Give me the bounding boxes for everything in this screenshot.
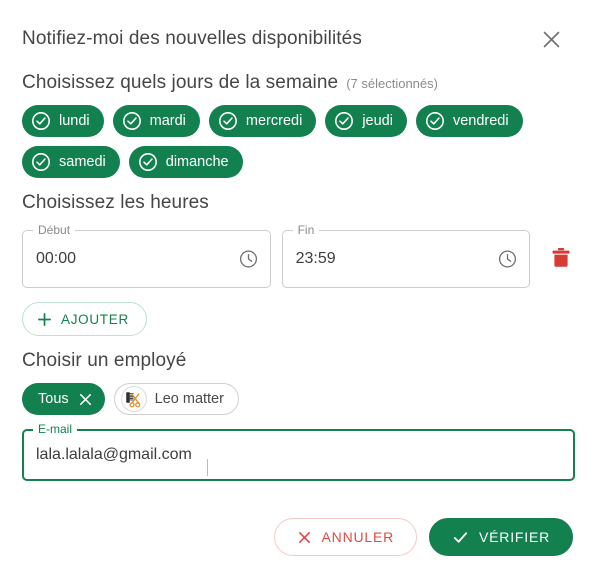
check-circle-icon [334,111,354,131]
dialog-header: Notifiez-moi des nouvelles disponibilité… [0,0,597,58]
check-circle-icon-glyph [335,112,354,130]
day-chip-row: lundi mardi mercredi jeudi vendredi samedi dim… [0,105,560,178]
email-field[interactable]: E-mail [22,421,575,481]
day-chip[interactable]: mercredi [208,105,317,137]
employee-chip-label: Tous [38,391,69,407]
close-icon[interactable] [77,391,94,408]
clock-icon-glyph [499,250,517,268]
check-circle-icon [31,111,51,131]
confirm-button-label: VÉRIFIER [479,529,550,545]
hours-section-header: Choisissez les heures [0,192,597,214]
check-circle-icon-glyph [218,112,237,130]
email-field-wrap: E-mail [0,421,597,481]
text-cursor [207,459,208,476]
day-chip-label: lundi [59,113,90,129]
day-chip[interactable]: vendredi [415,105,523,137]
close-icon-glyph [543,31,559,47]
trash-icon-glyph [552,248,570,267]
days-section-title: Choisissez quels jours de la semaine [22,72,339,93]
check-circle-icon [31,152,51,172]
day-chip-label: mercredi [245,113,303,129]
time-range-row: Début Fin [0,222,597,288]
hours-section-title: Choisissez les heures [22,192,209,213]
day-chip[interactable]: mardi [112,105,200,137]
confirm-button[interactable]: VÉRIFIER [429,518,573,556]
check-circle-icon-glyph [122,112,141,130]
start-time-field[interactable]: Début [22,222,271,288]
clock-icon-glyph [239,250,257,268]
day-chip-label: samedi [59,154,106,170]
day-chip[interactable]: dimanche [128,146,243,178]
plus-icon [38,312,51,326]
employee-chip[interactable]: Leo matter [113,383,239,415]
day-chip-label: vendredi [452,113,509,129]
day-chip-label: jeudi [362,113,393,129]
check-circle-icon-glyph [32,112,50,130]
cancel-button-label: ANNULER [321,529,395,545]
x-icon [298,531,310,543]
close-icon[interactable] [537,25,565,53]
end-time-field[interactable]: Fin [281,222,531,288]
employee-section-header: Choisir un employé [0,350,597,372]
dialog-title: Notifiez-moi des nouvelles disponibilité… [22,28,362,49]
employee-chip-label: Leo matter [154,391,224,407]
close-icon-glyph [79,393,91,405]
employee-chip-row: Tous Leo matter [0,383,560,415]
add-button-label: AJOUTER [61,311,129,327]
add-button[interactable]: AJOUTER [22,302,147,336]
clock-icon[interactable] [497,249,518,270]
check-icon [453,531,468,543]
trash-icon[interactable] [547,244,575,272]
check-circle-icon [138,152,158,172]
cancel-button[interactable]: ANNULER [273,518,418,556]
days-selected-count: (7 sélectionnés) [346,76,438,91]
notification-dialog: Notifiez-moi des nouvelles disponibilité… [0,0,597,573]
dialog-footer: ANNULER VÉRIFIER [273,518,573,556]
day-chip[interactable]: lundi [22,105,104,137]
employee-chip[interactable]: Tous [22,383,105,415]
barber-avatar-icon [120,386,147,412]
day-chip-label: mardi [149,113,186,129]
day-chip[interactable]: samedi [22,146,120,178]
check-circle-icon [218,111,238,131]
check-circle-icon-glyph [138,153,157,171]
add-hours-row: AJOUTER [0,302,597,336]
check-circle-icon [425,111,445,131]
day-chip-label: dimanche [165,154,229,170]
check-circle-icon [122,111,142,131]
start-time-input[interactable] [22,230,271,288]
barber-avatar-icon-glyph [126,391,141,407]
day-chip[interactable]: jeudi [325,105,407,137]
email-input[interactable] [22,429,575,481]
end-time-input[interactable] [281,230,531,288]
days-section-header: Choisissez quels jours de la semaine (7 … [0,72,597,94]
check-circle-icon-glyph [425,112,444,130]
clock-icon[interactable] [238,249,259,270]
check-circle-icon-glyph [32,153,50,171]
employee-section-title: Choisir un employé [22,350,187,371]
